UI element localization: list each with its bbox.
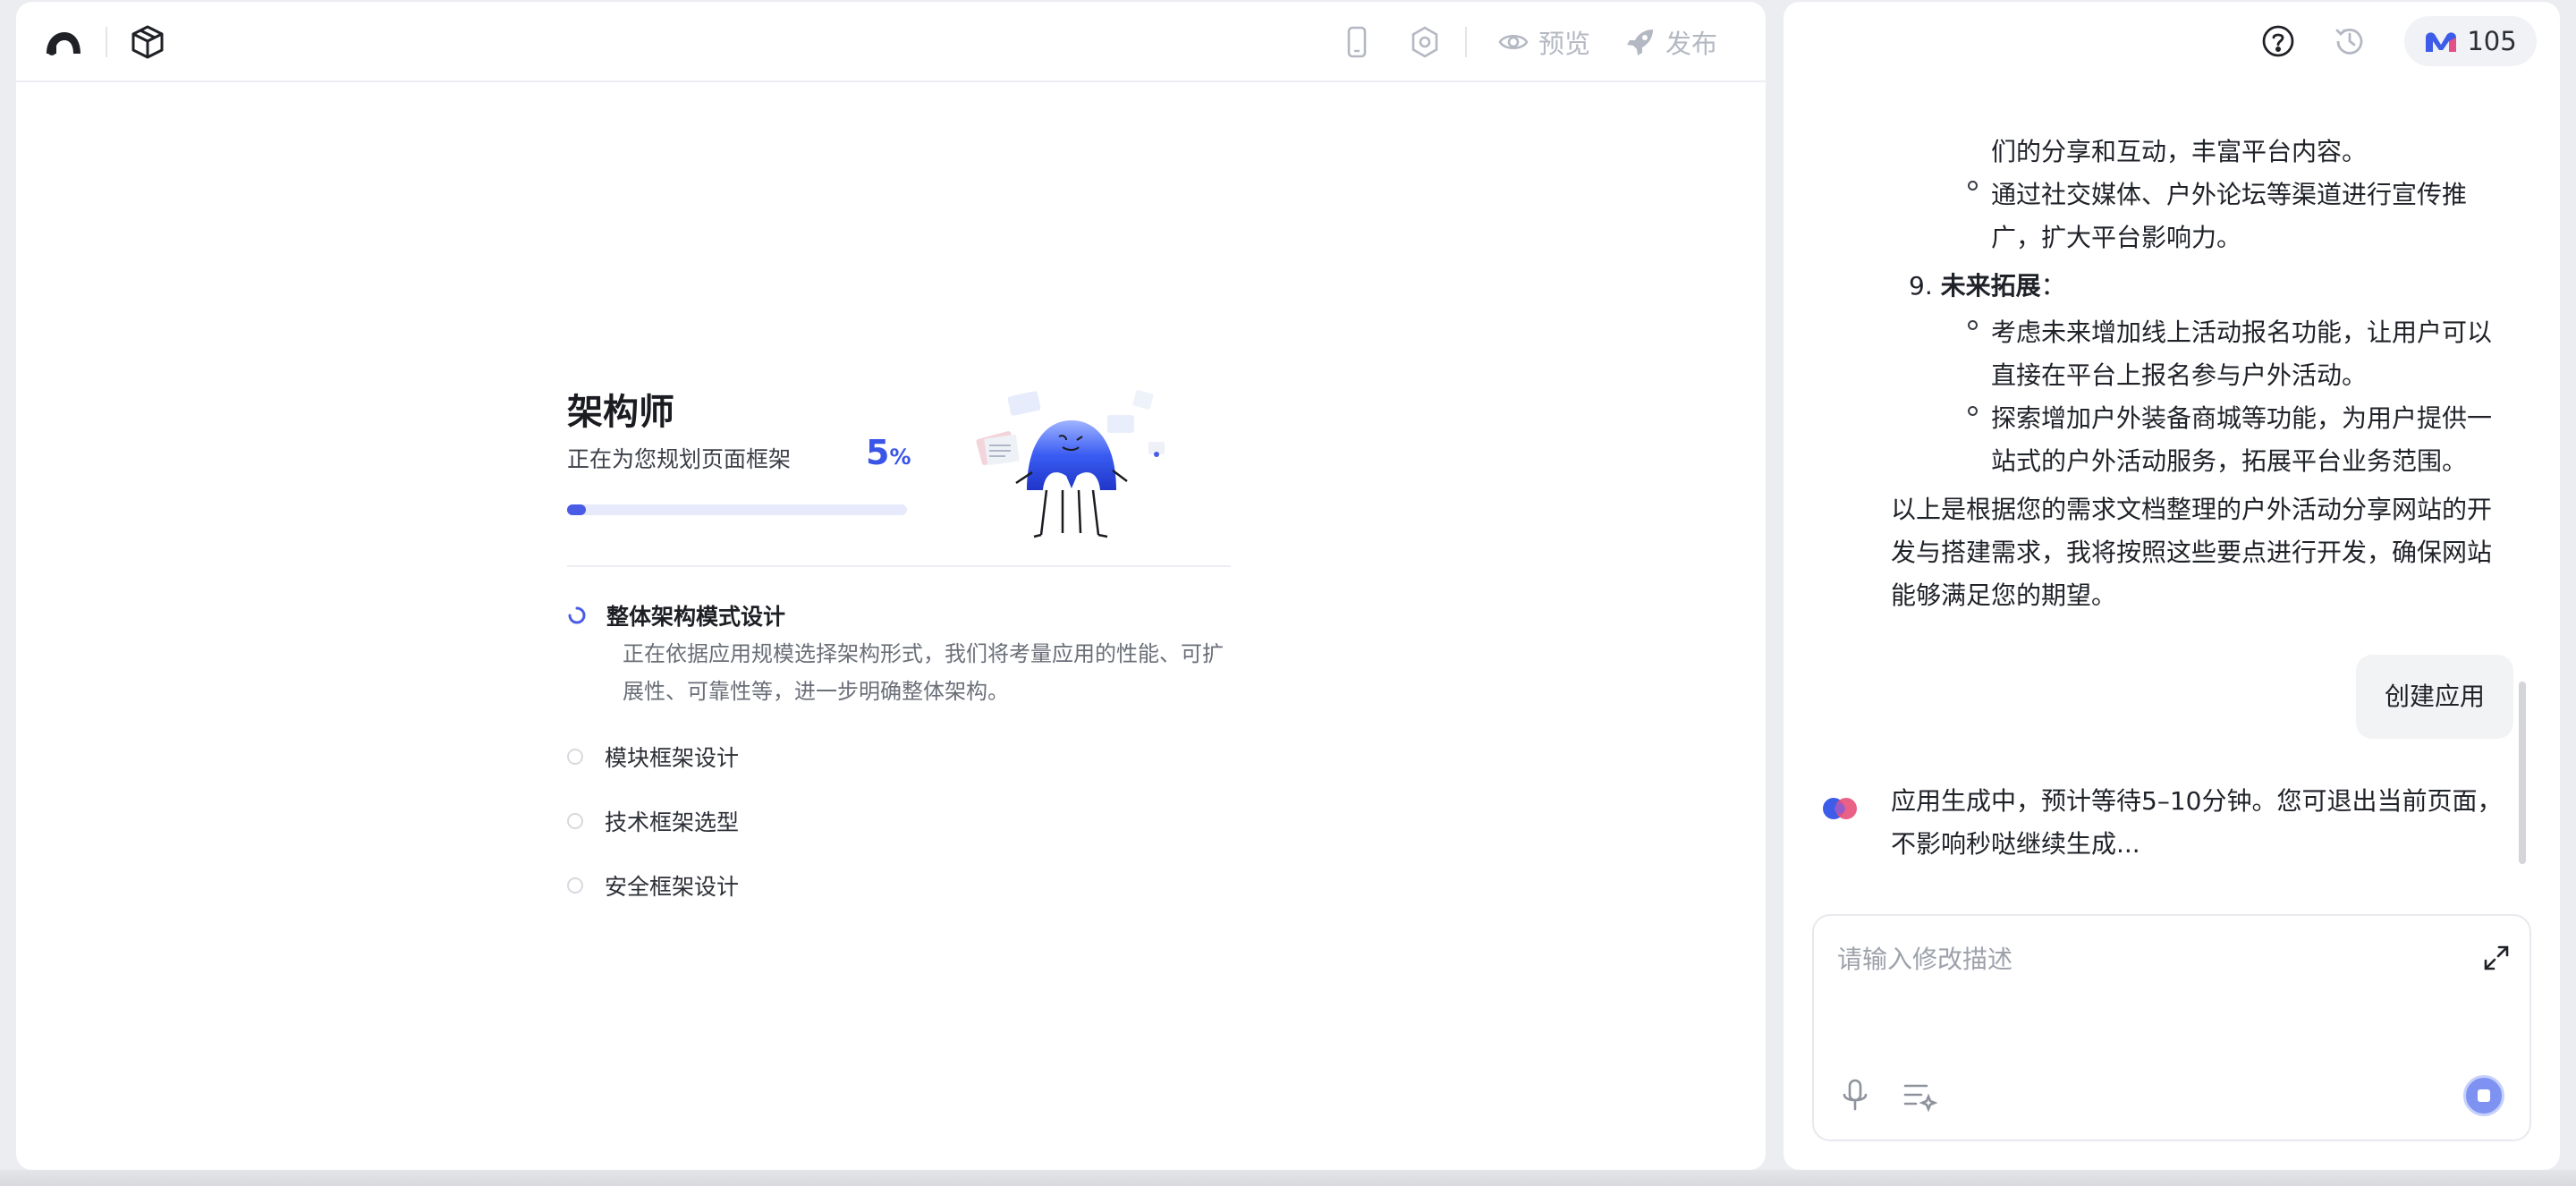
chat-panel: 105 们的分享和互动，丰富平台内容。 通过社交媒体、户外论坛等渠道进行宣传推 …	[1784, 2, 2560, 1170]
rocket-icon	[1627, 30, 1653, 55]
step-label: 安全框架设计	[605, 874, 740, 900]
chat-line: 发与搭建需求，我将按照这些要点进行开发，确保网站	[1891, 538, 2493, 567]
step-overall-architecture: 整体架构模式设计	[567, 599, 785, 631]
toolbar-divider	[106, 27, 107, 57]
chat-header: 105	[1784, 2, 2560, 80]
microphone-icon[interactable]	[1837, 1077, 1873, 1113]
chat-line: 通过社交媒体、户外论坛等渠道进行宣传推	[1991, 180, 2468, 209]
step-description: 正在依据应用规模选择架构形式，我们将考量应用的性能、可扩展性、可靠性等，进一步明…	[623, 641, 1224, 704]
chat-scrollbar[interactable]	[2519, 682, 2526, 864]
step-label: 模块框架设计	[605, 745, 740, 771]
chat-line: 能够满足您的期望。	[1891, 580, 2117, 610]
step-label: 整体架构模式设计	[606, 604, 786, 630]
pending-dot-icon	[567, 813, 583, 829]
chat-line: 应用生成中，预计等待5–10分钟。您可退出当前页面，	[1891, 786, 2503, 816]
chat-line: 不影响秒哒继续生成...	[1891, 829, 2140, 859]
chat-line: 以上是根据您的需求文档整理的户外活动分享网站的开	[1891, 495, 2493, 524]
publish-label: 发布	[1665, 29, 1718, 59]
step-module-framework: 模块框架设计	[567, 741, 739, 773]
app-logo-icon[interactable]	[43, 21, 84, 63]
message-composer	[1812, 914, 2531, 1141]
chat-line: 考虑未来增加线上活动报名功能，让用户可以	[1991, 318, 2493, 347]
progress-bar	[567, 504, 907, 515]
architect-divider	[567, 565, 1231, 567]
step-tech-framework: 技术框架选型	[567, 805, 739, 837]
credits-badge[interactable]: 105	[2404, 16, 2537, 66]
bullet-icon	[1968, 406, 1978, 416]
prompt-enhance-icon[interactable]	[1902, 1077, 1937, 1113]
loading-spinner-icon	[568, 606, 586, 624]
chat-line: 直接在平台上报名参与户外活动。	[1991, 360, 2368, 390]
architect-title: 架构师	[567, 392, 674, 433]
history-icon[interactable]	[2333, 24, 2367, 58]
preview-toolbar: 预览 发布	[16, 2, 1766, 82]
settings-icon[interactable]	[1406, 23, 1444, 61]
step-label: 技术框架选型	[605, 809, 740, 835]
modify-description-input[interactable]	[1835, 936, 2465, 982]
expand-icon[interactable]	[2481, 943, 2512, 973]
pending-dot-icon	[567, 749, 583, 765]
ai-message: 应用生成中，预计等待5–10分钟。您可退出当前页面， 不影响秒哒继续生成...	[1891, 780, 2517, 866]
bullet-icon	[1968, 181, 1978, 191]
mobile-view-icon[interactable]	[1338, 23, 1376, 61]
toolbar-divider	[1465, 27, 1467, 57]
cube-icon[interactable]	[129, 23, 166, 61]
credits-logo-icon	[2426, 32, 2457, 52]
ai-avatar-icon	[1823, 798, 1857, 819]
user-message-bubble: 创建应用	[2356, 655, 2513, 739]
bullet-icon	[1968, 320, 1978, 330]
eye-icon	[1498, 34, 1529, 50]
chat-line: 们的分享和互动，丰富平台内容。	[1991, 137, 2368, 166]
stop-icon	[2478, 1089, 2490, 1102]
progress-bar-fill	[567, 504, 586, 515]
step-security-framework: 安全框架设计	[567, 869, 739, 902]
pending-dot-icon	[567, 877, 583, 894]
preview-label: 预览	[1538, 29, 1591, 59]
help-icon[interactable]	[2261, 24, 2295, 58]
stop-generation-button[interactable]	[2463, 1075, 2504, 1116]
credits-count: 105	[2467, 26, 2517, 56]
architect-subtitle: 正在为您规划页面框架	[567, 446, 792, 472]
list-item-9: 9. 未来拓展：	[1909, 271, 2066, 301]
chat-messages: 们的分享和互动，丰富平台内容。 通过社交媒体、户外论坛等渠道进行宣传推 广，扩大…	[1784, 80, 2560, 903]
publish-button[interactable]: 发布	[1624, 21, 1717, 63]
preview-panel: 预览 发布 架构师 正在为您规划页面框架 5% 整体架构模式设计 正在依据应用规…	[16, 2, 1766, 1170]
chat-line: 站式的户外活动服务，拓展平台业务范围。	[1991, 446, 2468, 476]
architect-mascot-illustration	[976, 390, 1165, 538]
progress-percent: 5%	[866, 433, 911, 472]
chat-line: 广，扩大平台影响力。	[1991, 223, 2242, 252]
preview-button[interactable]: 预览	[1497, 21, 1590, 63]
chat-line: 探索增加户外装备商城等功能，为用户提供一	[1991, 403, 2493, 433]
window-bottom-edge	[0, 1170, 2576, 1186]
